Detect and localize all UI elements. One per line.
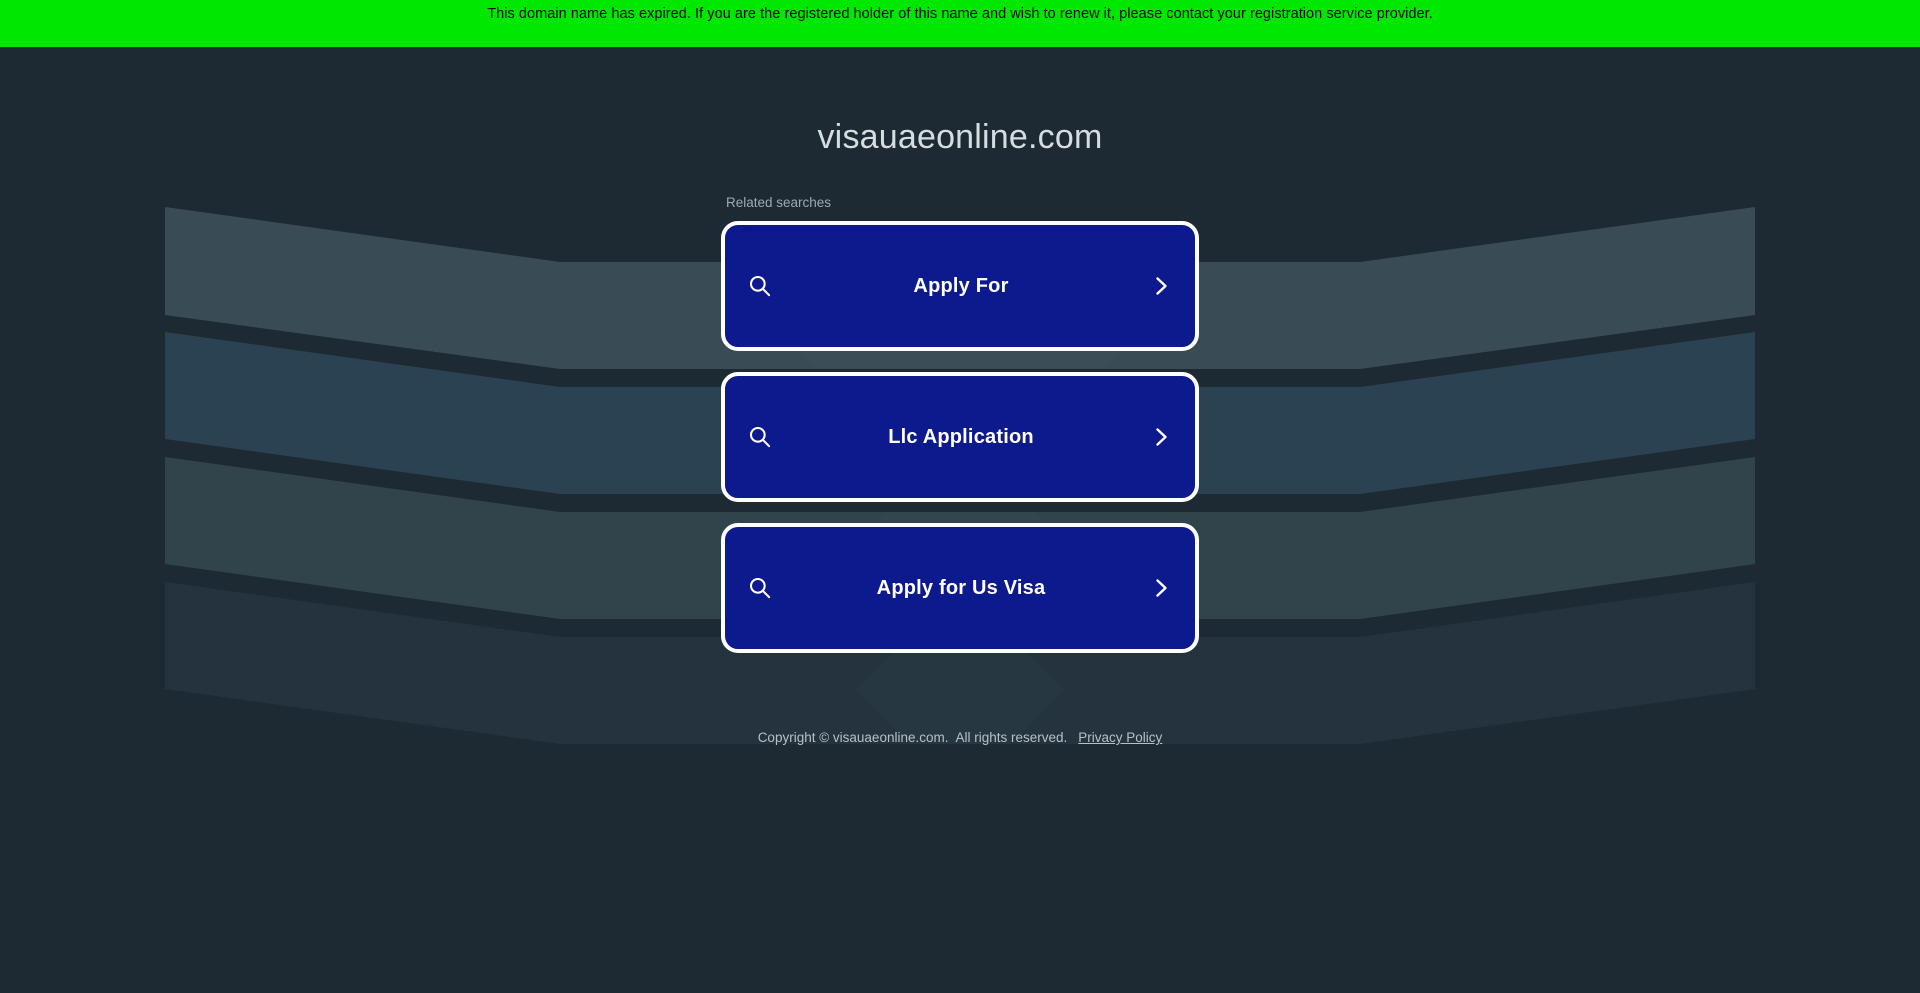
chevron-right-icon xyxy=(1156,277,1167,295)
search-result-label: Apply for Us Visa xyxy=(876,576,1046,599)
search-result-card[interactable]: Apply for Us Visa xyxy=(721,523,1199,653)
chevron-right-icon xyxy=(1156,579,1167,597)
related-searches-label: Related searches xyxy=(726,195,832,210)
chevron-right-icon xyxy=(1156,428,1167,446)
page-title: visauaeonline.com xyxy=(817,118,1103,156)
footer: Copyright © visauaeonline.com. All rights… xyxy=(0,653,1920,747)
privacy-policy-link[interactable]: Privacy Policy xyxy=(1078,730,1162,745)
related-searches-block: Related searches Apply For Llc Applicati… xyxy=(721,157,1199,653)
search-result-label: Llc Application xyxy=(888,425,1034,448)
search-result-card[interactable]: Apply For xyxy=(721,221,1199,351)
search-result-card[interactable]: Llc Application xyxy=(721,372,1199,502)
search-icon xyxy=(749,426,771,448)
footer-copyright-text: Copyright © visauaeonline.com. xyxy=(757,730,949,745)
search-icon xyxy=(749,275,771,297)
footer-rights-text: All rights reserved. xyxy=(955,730,1068,745)
search-result-label: Apply For xyxy=(913,274,1009,297)
search-icon xyxy=(749,577,771,599)
page-content: visauaeonline.com Related searches Apply… xyxy=(0,0,1920,747)
